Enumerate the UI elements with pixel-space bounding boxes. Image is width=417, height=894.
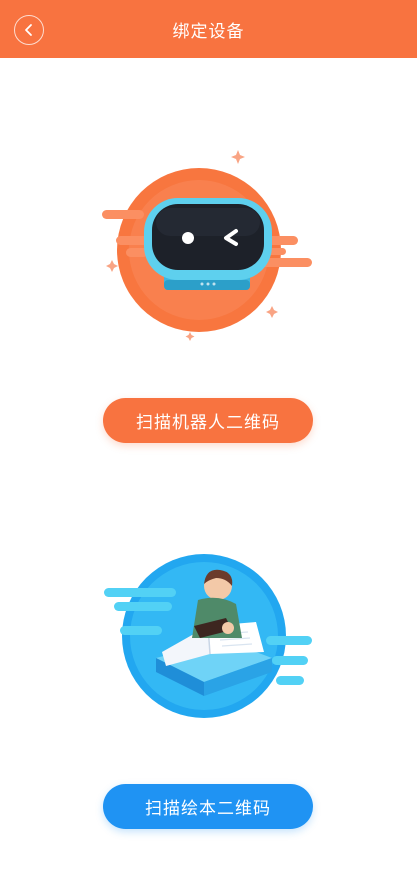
- scan-robot-qr-button[interactable]: 扫描机器人二维码: [103, 398, 313, 443]
- robot-illustration: [98, 148, 318, 348]
- back-button[interactable]: [14, 15, 44, 45]
- chevron-left-icon: [25, 24, 32, 36]
- scan-picture-book-qr-button[interactable]: 扫描绘本二维码: [103, 784, 313, 829]
- top-bar: 绑定设备: [0, 0, 417, 58]
- picture-book-reader-illustration: [96, 534, 316, 724]
- page-title: 绑定设备: [172, 21, 245, 42]
